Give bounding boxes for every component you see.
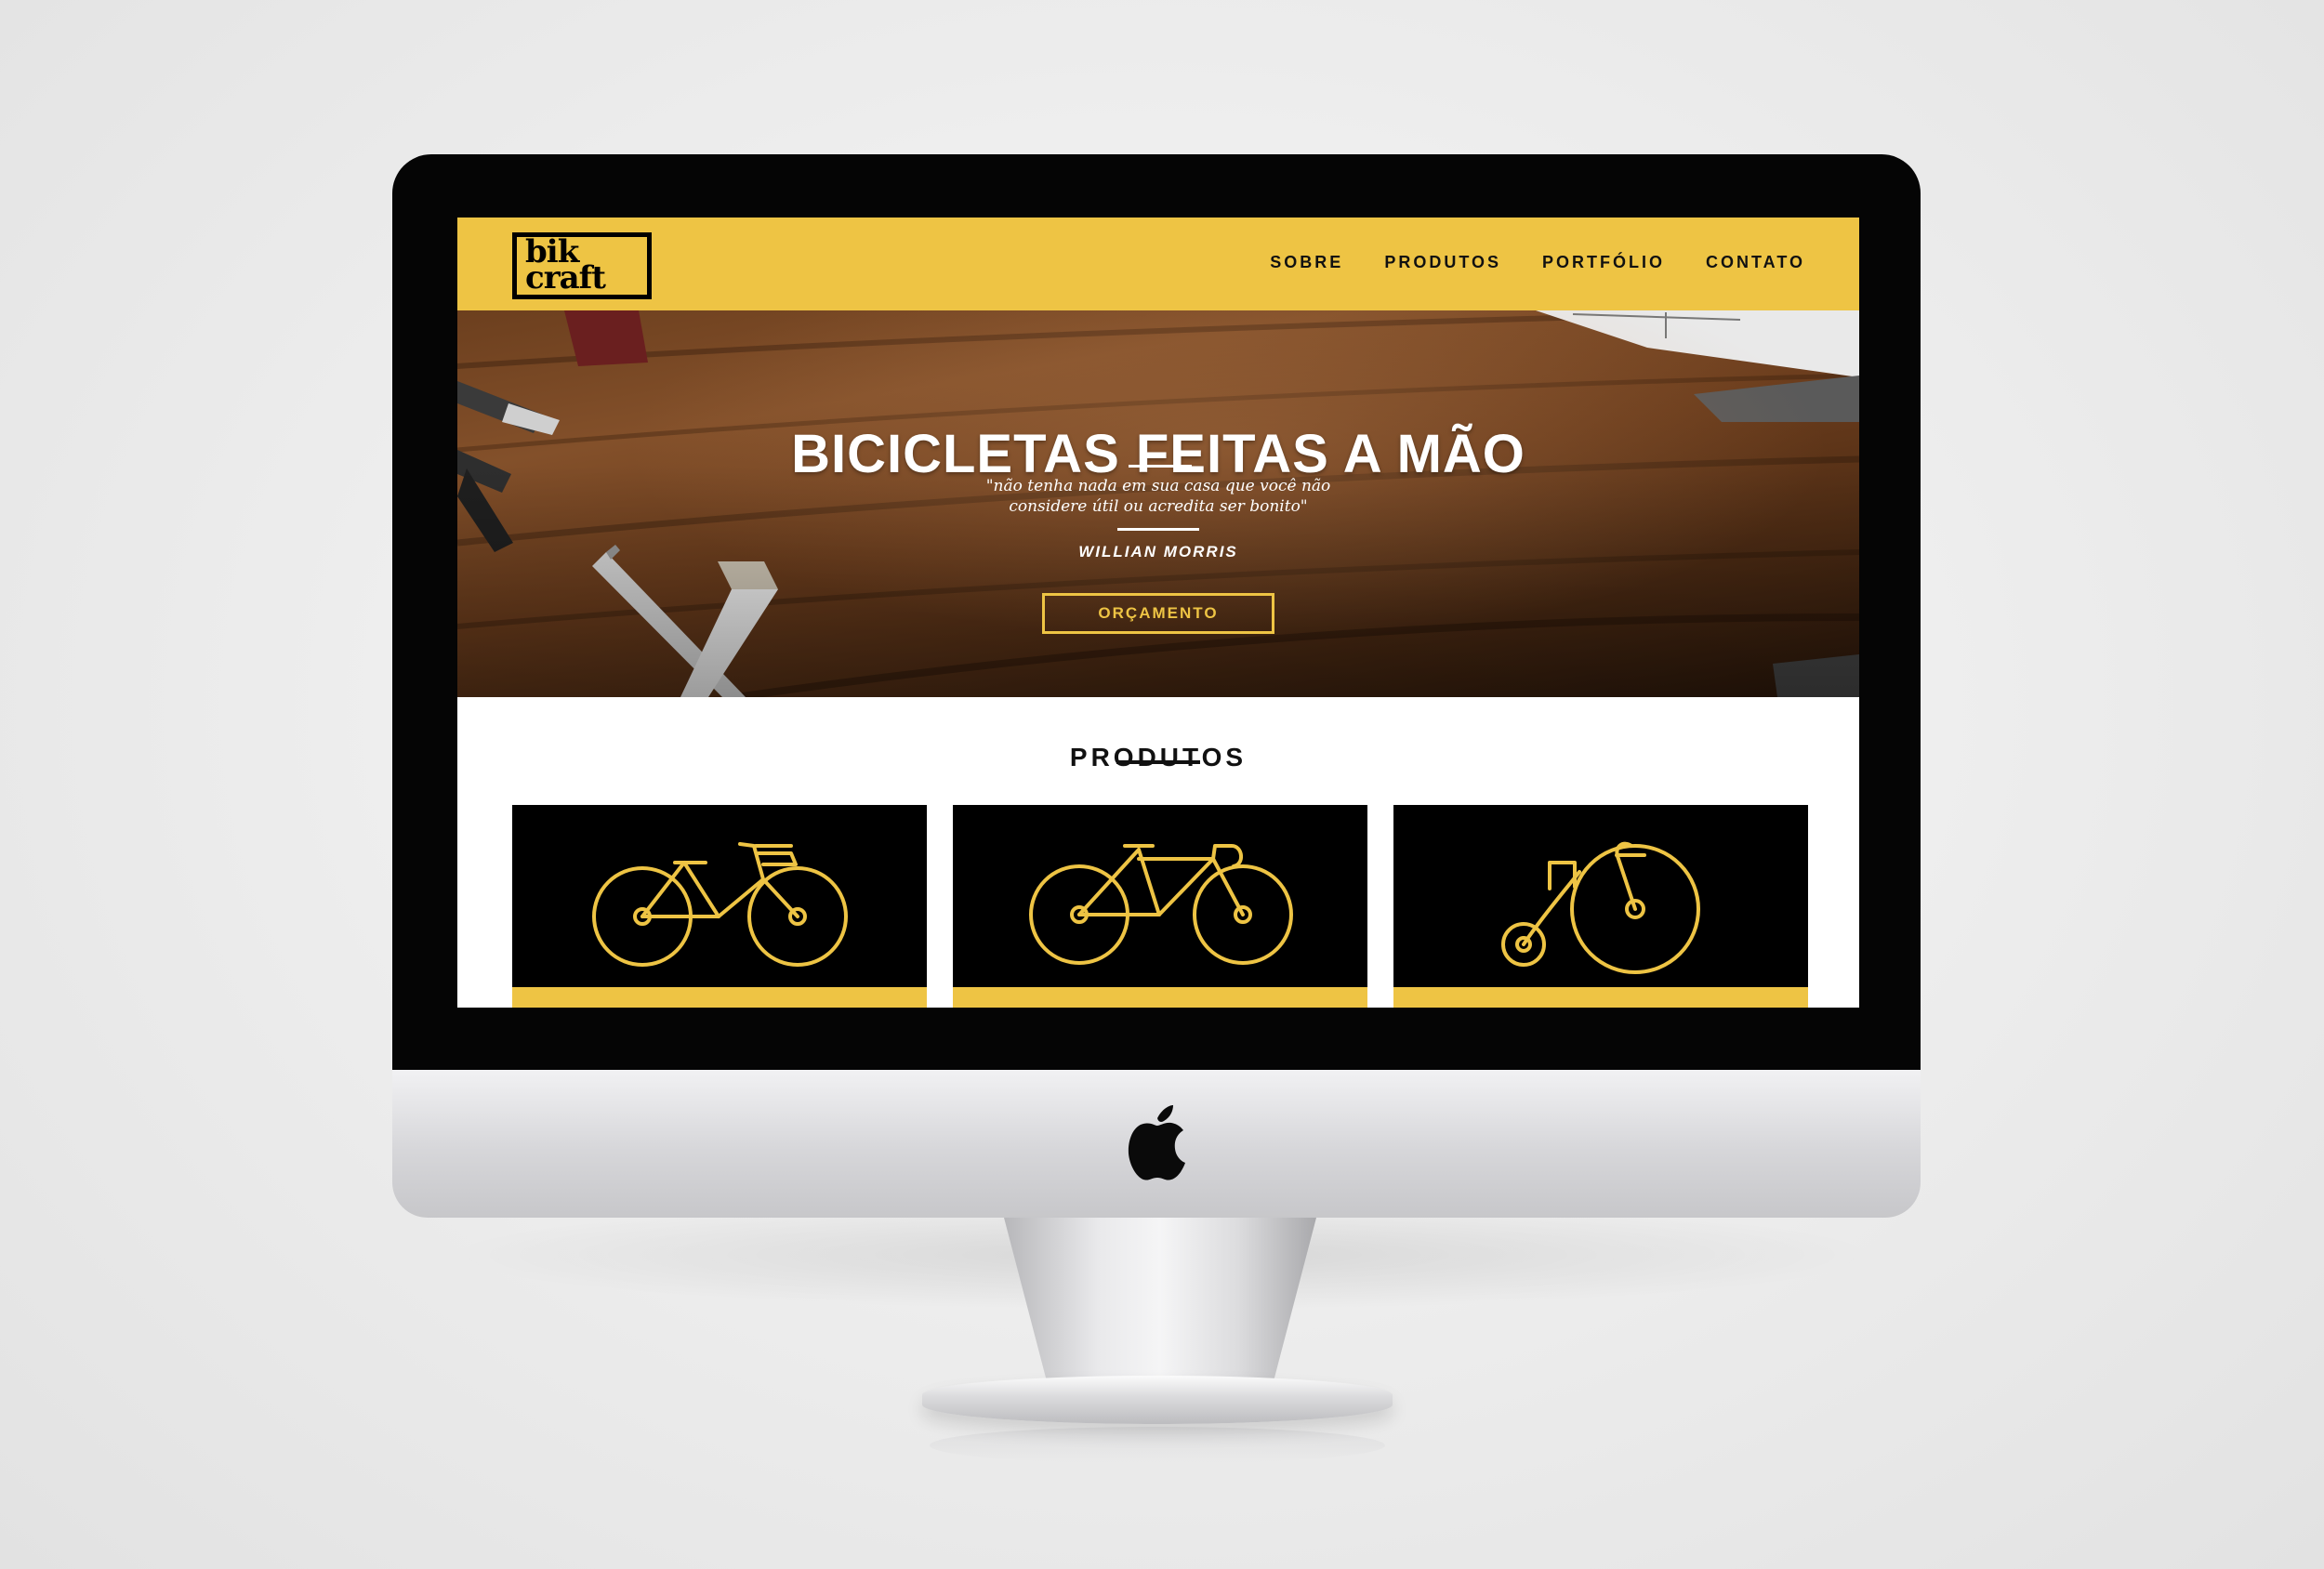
- browser-screen: bik craft SOBRE PRODUTOS PORTFÓLIO CONTA…: [457, 218, 1859, 1008]
- logo-line-2: craft: [525, 259, 606, 297]
- monitor-stand-neck: [1004, 1218, 1316, 1385]
- bikcraft-logo[interactable]: bik craft: [512, 232, 652, 299]
- site-header: bik craft SOBRE PRODUTOS PORTFÓLIO CONTA…: [457, 218, 1859, 310]
- product-card[interactable]: [1393, 805, 1808, 1008]
- penny-farthing-icon: [1501, 841, 1700, 974]
- hero-quote-author: WILLIAN MORRIS: [1078, 543, 1238, 560]
- product-card-stripe: [1393, 987, 1808, 1008]
- product-card-stripe: [953, 987, 1367, 1008]
- product-card-stripe: [512, 987, 927, 1008]
- apple-logo-icon: [1128, 1105, 1185, 1180]
- hero-banner: BICICLETAS FEITAS A MÃO "não tenha nada …: [457, 310, 1859, 697]
- product-card[interactable]: [512, 805, 927, 1008]
- hero-quote: "não tenha nada em sua casa que você não…: [926, 476, 1391, 517]
- city-bike-icon: [592, 842, 848, 967]
- product-card[interactable]: [953, 805, 1367, 1008]
- nav-item-contato[interactable]: CONTATO: [1706, 253, 1805, 272]
- hero-divider: [1117, 528, 1199, 531]
- hero-divider: [1129, 465, 1192, 468]
- monitor-stand-base: [922, 1376, 1393, 1424]
- orcamento-button[interactable]: ORÇAMENTO: [1042, 593, 1274, 634]
- nav-item-sobre[interactable]: SOBRE: [1270, 253, 1343, 272]
- road-bike-icon: [1029, 844, 1293, 965]
- main-nav: SOBRE PRODUTOS PORTFÓLIO CONTATO: [1270, 253, 1805, 272]
- hero-quote-line-2: considere útil ou acredita ser bonito": [1009, 497, 1308, 516]
- products-title-underline: [1116, 760, 1200, 764]
- monitor-stand-reflection: [930, 1427, 1385, 1464]
- hero-quote-line-1: "não tenha nada em sua casa que você não: [985, 477, 1331, 495]
- nav-item-produtos[interactable]: PRODUTOS: [1384, 253, 1501, 272]
- products-section-title: PRODUTOS: [1069, 743, 1248, 772]
- nav-item-portfolio[interactable]: PORTFÓLIO: [1542, 253, 1665, 272]
